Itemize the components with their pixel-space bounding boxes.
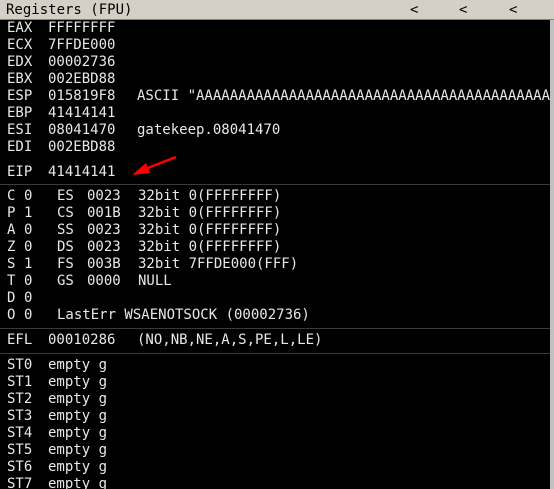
segment-selector: 0000 <box>87 273 121 289</box>
flag-bit: 0 <box>24 188 33 204</box>
segment-desc: 32bit 0(FFFFFFFF) <box>138 222 282 238</box>
panel-right-edge <box>550 20 554 489</box>
fpu-register-name: ST6 <box>7 459 33 475</box>
segment-name: CS <box>57 205 74 221</box>
collapse-arrow-2[interactable]: < <box>459 2 467 18</box>
register-name: ECX <box>7 37 33 53</box>
fpu-register-name: ST7 <box>7 476 33 489</box>
fpu-register-name: ST1 <box>7 374 33 390</box>
flag-bit: 1 <box>24 256 33 272</box>
flag-bit: 1 <box>24 205 33 221</box>
register-comment: gatekeep.08041470 <box>137 122 281 138</box>
fpu-register-name: ST2 <box>7 391 33 407</box>
register-value: 00002736 <box>48 54 116 70</box>
flag-name: O <box>7 307 16 323</box>
section-divider <box>0 353 550 354</box>
register-value: 7FFDE000 <box>48 37 116 53</box>
flag-bit: 0 <box>24 273 33 289</box>
section-divider <box>0 328 550 329</box>
register-name: ESI <box>7 122 33 138</box>
flag-name: P <box>7 205 16 221</box>
collapse-arrow-1[interactable]: < <box>410 2 418 18</box>
segment-selector: 003B <box>87 256 121 272</box>
segment-desc: LastErr WSAENOTSOCK (00002736) <box>57 307 310 323</box>
fpu-register-value: empty g <box>48 459 108 475</box>
segment-desc: 32bit 0(FFFFFFFF) <box>138 205 282 221</box>
register-name: EDX <box>7 54 33 70</box>
register-value: 41414141 <box>48 164 116 180</box>
segment-name: GS <box>57 273 74 289</box>
segment-selector: 001B <box>87 205 121 221</box>
segment-name: DS <box>57 239 74 255</box>
fpu-register-value: empty g <box>48 442 108 458</box>
fpu-register-value: empty g <box>48 391 108 407</box>
register-value: FFFFFFFF <box>48 20 116 36</box>
flag-bit: 0 <box>24 290 33 306</box>
segment-selector: 0023 <box>87 239 121 255</box>
register-name: EFL <box>7 332 33 348</box>
register-name: EDI <box>7 139 33 155</box>
register-comment: (NO,NB,NE,A,S,PE,L,LE) <box>137 332 323 348</box>
flag-bit: 0 <box>24 239 33 255</box>
segment-desc: NULL <box>138 273 172 289</box>
fpu-register-name: ST3 <box>7 408 33 424</box>
section-divider <box>0 184 550 185</box>
register-name: ESP <box>7 88 33 104</box>
annotation-arrow-shaft <box>144 155 177 171</box>
fpu-register-name: ST0 <box>7 357 33 373</box>
segment-name: FS <box>57 256 74 272</box>
register-value: 002EBD88 <box>48 71 116 87</box>
segment-name: ES <box>57 188 74 204</box>
registers-panel: EAX FFFFFFFF ECX 7FFDE000 EDX 00002736 EBX 002E… <box>0 20 550 489</box>
register-name: EBX <box>7 71 33 87</box>
flag-name: D <box>7 290 16 306</box>
fpu-register-name: ST4 <box>7 425 33 441</box>
flag-bit: 0 <box>24 307 33 323</box>
fpu-register-name: ST5 <box>7 442 33 458</box>
register-name: EIP <box>7 164 33 180</box>
register-value: 08041470 <box>48 122 116 138</box>
segment-desc: 32bit 7FFDE000(FFF) <box>138 256 299 272</box>
register-name: EBP <box>7 105 33 121</box>
flag-name: T <box>7 273 16 289</box>
fpu-register-value: empty g <box>48 374 108 390</box>
register-value: 00010286 <box>48 332 116 348</box>
segment-name: SS <box>57 222 74 238</box>
annotation-arrow-head <box>132 163 150 175</box>
segment-selector: 0023 <box>87 222 121 238</box>
flag-bit: 0 <box>24 222 33 238</box>
fpu-register-value: empty g <box>48 408 108 424</box>
window-title: Registers (FPU) <box>6 2 133 18</box>
segment-desc: 32bit 0(FFFFFFFF) <box>138 188 282 204</box>
window-titlebar[interactable]: Registers (FPU) < < < <box>0 0 554 20</box>
fpu-register-value: empty g <box>48 476 108 489</box>
flag-name: C <box>7 188 16 204</box>
flag-name: S <box>7 256 16 272</box>
register-comment: ASCII "AAAAAAAAAAAAAAAAAAAAAAAAAAAAAAAAA… <box>137 88 550 104</box>
fpu-register-value: empty g <box>48 357 108 373</box>
segment-selector: 0023 <box>87 188 121 204</box>
fpu-register-value: empty g <box>48 425 108 441</box>
register-value: 015819F8 <box>48 88 116 104</box>
register-name: EAX <box>7 20 33 36</box>
segment-desc: 32bit 0(FFFFFFFF) <box>138 239 282 255</box>
flag-name: A <box>7 222 16 238</box>
register-value: 002EBD88 <box>48 139 116 155</box>
flag-name: Z <box>7 239 16 255</box>
collapse-arrow-3[interactable]: < <box>509 2 517 18</box>
register-value: 41414141 <box>48 105 116 121</box>
